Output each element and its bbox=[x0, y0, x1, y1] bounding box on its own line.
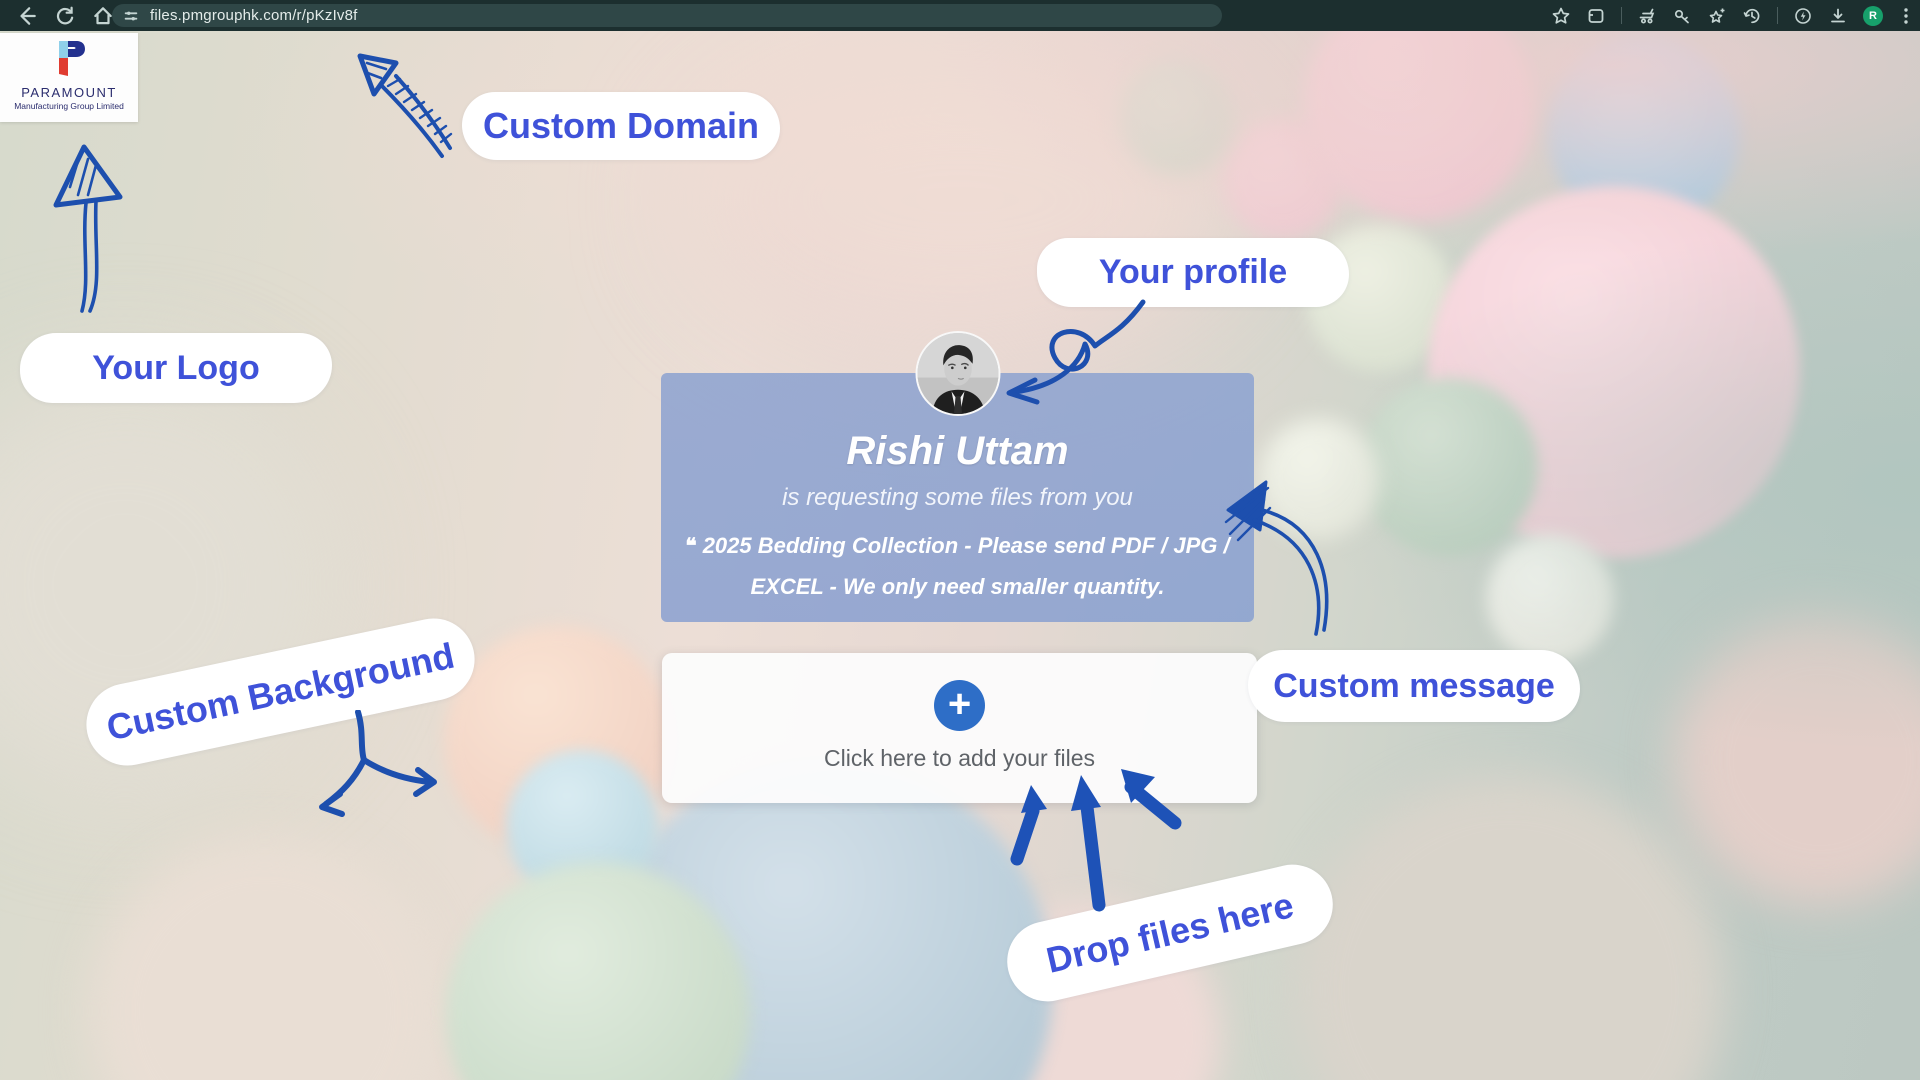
background-sphere bbox=[1295, 775, 1725, 1080]
upload-label: Click here to add your files bbox=[662, 745, 1257, 772]
annotation-your-profile: Your profile bbox=[1037, 238, 1349, 307]
requester-avatar bbox=[915, 331, 1000, 416]
background-sphere bbox=[1360, 378, 1538, 556]
cart-icon[interactable] bbox=[1637, 6, 1657, 26]
download-icon[interactable] bbox=[1828, 6, 1848, 26]
browser-toolbar: files.pmgrouphk.com/r/pKzIv8f R bbox=[0, 0, 1920, 31]
request-subtitle: is requesting some files from you bbox=[661, 484, 1254, 512]
quote-mark: ❝ bbox=[685, 535, 696, 558]
annotation-your-logo: Your Logo bbox=[20, 333, 332, 403]
site-info-icon[interactable] bbox=[122, 7, 140, 25]
message-line-1: 2025 Bedding Collection - Please send PD… bbox=[703, 533, 1230, 558]
history-icon[interactable] bbox=[1742, 6, 1762, 26]
company-name: PARAMOUNT bbox=[0, 85, 138, 100]
background-sphere bbox=[1675, 615, 1920, 905]
reload-icon[interactable] bbox=[54, 5, 76, 27]
paramount-logo-mark bbox=[49, 40, 89, 78]
annotation-custom-message: Custom message bbox=[1248, 650, 1580, 722]
portrait-photo bbox=[917, 333, 998, 414]
background-sphere bbox=[1486, 534, 1614, 662]
toolbar-separator bbox=[1621, 7, 1622, 24]
background-sphere bbox=[1303, 0, 1535, 222]
requester-name: Rishi Uttam bbox=[661, 429, 1254, 474]
key-icon[interactable] bbox=[1672, 6, 1692, 26]
add-files-button[interactable]: + bbox=[934, 680, 985, 731]
url-text[interactable]: files.pmgrouphk.com/r/pKzIv8f bbox=[150, 7, 358, 24]
file-request-card: Rishi Uttam is requesting some files fro… bbox=[661, 373, 1254, 622]
annotation-custom-domain: Custom Domain bbox=[462, 92, 780, 160]
side-panel-icon[interactable] bbox=[1586, 6, 1606, 26]
company-logo: PARAMOUNT Manufacturing Group Limited bbox=[0, 33, 138, 122]
browser-profile-avatar[interactable]: R bbox=[1863, 6, 1883, 26]
arrow-to-url-icon bbox=[350, 48, 462, 162]
background-sphere bbox=[1120, 60, 1234, 174]
message-line-2: EXCEL - We only need smaller quantity. bbox=[750, 574, 1164, 599]
home-icon[interactable] bbox=[92, 5, 114, 27]
arrow-to-logo-icon bbox=[44, 143, 132, 318]
back-icon[interactable] bbox=[16, 5, 38, 27]
bookmark-star-icon[interactable] bbox=[1551, 6, 1571, 26]
page: files.pmgrouphk.com/r/pKzIv8f R PARAMOUN… bbox=[0, 0, 1920, 1080]
star-sparkle-icon[interactable] bbox=[1707, 6, 1727, 26]
custom-message-text: ❝ 2025 Bedding Collection - Please send P… bbox=[685, 526, 1230, 608]
url-bar[interactable]: files.pmgrouphk.com/r/pKzIv8f bbox=[112, 4, 1222, 27]
toolbar-separator bbox=[1777, 7, 1778, 24]
menu-kebab-icon[interactable] bbox=[1898, 6, 1914, 26]
company-subtitle: Manufacturing Group Limited bbox=[0, 101, 138, 111]
toolbar-actions: R bbox=[1551, 0, 1914, 31]
fork-arrow-background-icon bbox=[300, 710, 450, 825]
background-sphere bbox=[1258, 418, 1380, 540]
energy-saver-icon[interactable] bbox=[1793, 6, 1813, 26]
upload-dropzone[interactable]: + Click here to add your files bbox=[662, 653, 1257, 803]
background-sphere bbox=[90, 836, 440, 1080]
